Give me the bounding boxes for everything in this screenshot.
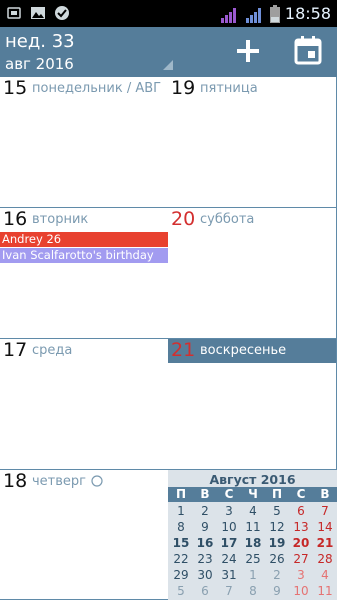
today-header: 21 воскресенье: [168, 339, 336, 363]
mini-calendar-day[interactable]: 6: [193, 584, 217, 598]
day-cell-tue[interactable]: 16 вторник Andrey 26 Ivan Scalfarotto's …: [0, 208, 169, 339]
mini-calendar-day[interactable]: 10: [289, 584, 313, 598]
mini-calendar-day[interactable]: 11: [313, 584, 337, 598]
mini-calendar-day[interactable]: 16: [193, 536, 217, 550]
mini-calendar-day[interactable]: 17: [217, 536, 241, 550]
day-name: суббота: [200, 212, 255, 227]
day-cell-sat[interactable]: 20 суббота: [168, 208, 337, 339]
mini-calendar-day[interactable]: 18: [241, 536, 265, 550]
day-number: 16: [3, 208, 28, 230]
mini-calendar-day[interactable]: 2: [265, 568, 289, 582]
plus-icon: [237, 40, 259, 62]
check-badge-icon: [55, 6, 69, 20]
mini-calendar-day[interactable]: 2: [193, 504, 217, 518]
day-number: 18: [3, 470, 28, 492]
mini-calendar-day[interactable]: 10: [217, 520, 241, 534]
mini-calendar-day[interactable]: 19: [265, 536, 289, 550]
mini-calendar-day[interactable]: 9: [265, 584, 289, 598]
day-number: 20: [171, 208, 196, 230]
day-cell-sun-today[interactable]: 21 воскресенье: [168, 339, 337, 470]
mini-calendar-day[interactable]: 11: [241, 520, 265, 534]
mini-month-calendar[interactable]: Август 2016 ПВСЧПСВ 1 2 3 4 5 6 7 8 9 10 11 12 13 14 1…: [168, 470, 337, 600]
day-name: среда: [32, 343, 73, 358]
mini-calendar-day[interactable]: 3: [289, 568, 313, 582]
battery-icon: [269, 4, 280, 23]
mini-calendar-day[interactable]: 23: [193, 552, 217, 566]
mini-calendar-day[interactable]: 22: [169, 552, 193, 566]
mini-weekday-label: Ч: [248, 487, 258, 501]
mini-weekday-label: С: [296, 487, 306, 501]
mini-weekday-label: П: [175, 487, 187, 501]
usb-icon: [7, 7, 21, 19]
clock: 18:58: [284, 4, 331, 23]
day-number: 21: [171, 339, 196, 361]
day-name: вторник: [32, 212, 89, 227]
event-item[interactable]: Ivan Scalfarotto's birthday: [0, 248, 168, 263]
day-number: 19: [171, 77, 196, 99]
mini-calendar-day[interactable]: 14: [313, 520, 337, 534]
moon-phase-icon: [91, 475, 103, 487]
mini-calendar-day[interactable]: 20: [289, 536, 313, 550]
mini-calendar-day[interactable]: 1: [241, 568, 265, 582]
mini-weekday-label: В: [200, 487, 210, 501]
mini-calendar-weekday-header: ПВСЧПСВ: [168, 487, 337, 502]
mini-calendar-day[interactable]: 30: [193, 568, 217, 582]
calendar-icon: [294, 36, 322, 65]
day-cell-wed[interactable]: 17 среда: [0, 339, 169, 470]
mini-calendar-day[interactable]: 28: [313, 552, 337, 566]
day-cell-thu[interactable]: 18 четверг: [0, 470, 169, 600]
mini-calendar-day[interactable]: 6: [289, 504, 313, 518]
month-label[interactable]: авг 2016: [5, 55, 74, 73]
image-icon: [31, 7, 45, 19]
day-number: 17: [3, 339, 28, 361]
mini-calendar-day[interactable]: 29: [169, 568, 193, 582]
signal-2-icon: [245, 7, 261, 23]
mini-calendar-day[interactable]: 5: [265, 504, 289, 518]
mini-calendar-day[interactable]: 7: [313, 504, 337, 518]
mini-calendar-day[interactable]: 31: [217, 568, 241, 582]
mini-calendar-day[interactable]: 15: [169, 536, 193, 550]
day-name: пятница: [200, 81, 258, 96]
mini-calendar-day[interactable]: 4: [241, 504, 265, 518]
week-label[interactable]: нед. 33: [5, 31, 75, 52]
mini-calendar-day[interactable]: 7: [217, 584, 241, 598]
app-bar: нед. 33 авг 2016: [0, 27, 337, 77]
mini-calendar-day[interactable]: 9: [193, 520, 217, 534]
mini-calendar-day[interactable]: 21: [313, 536, 337, 550]
status-bar: 18:58: [0, 0, 337, 27]
day-cell-mon[interactable]: 15 понедельник / АВГ: [0, 77, 169, 208]
today-button[interactable]: [292, 34, 324, 66]
mini-calendar-day[interactable]: 8: [241, 584, 265, 598]
mini-calendar-day[interactable]: 1: [169, 504, 193, 518]
day-cell-fri[interactable]: 19 пятница: [168, 77, 337, 208]
mini-weekday-label: С: [224, 487, 234, 501]
mini-calendar-day[interactable]: 4: [313, 568, 337, 582]
add-event-button[interactable]: [232, 35, 264, 67]
mini-calendar-title[interactable]: Август 2016: [168, 472, 337, 487]
mini-calendar-day[interactable]: 24: [217, 552, 241, 566]
event-item[interactable]: Andrey 26: [0, 232, 168, 247]
mini-calendar-day[interactable]: 12: [265, 520, 289, 534]
mini-calendar-day[interactable]: 27: [289, 552, 313, 566]
day-name: четверг: [32, 474, 86, 489]
mini-calendar-day[interactable]: 8: [169, 520, 193, 534]
dropdown-indicator-icon[interactable]: [163, 60, 173, 70]
mini-weekday-label: В: [320, 487, 330, 501]
mini-calendar-day[interactable]: 26: [265, 552, 289, 566]
mini-weekday-label: П: [271, 487, 283, 501]
day-number: 15: [3, 77, 28, 99]
mini-calendar-day[interactable]: 25: [241, 552, 265, 566]
mini-calendar-day[interactable]: 13: [289, 520, 313, 534]
day-name: понедельник / АВГ: [32, 81, 162, 96]
signal-icon: [220, 7, 236, 23]
day-name: воскресенье: [200, 343, 287, 358]
mini-calendar-day[interactable]: 3: [217, 504, 241, 518]
mini-calendar-day[interactable]: 5: [169, 584, 193, 598]
